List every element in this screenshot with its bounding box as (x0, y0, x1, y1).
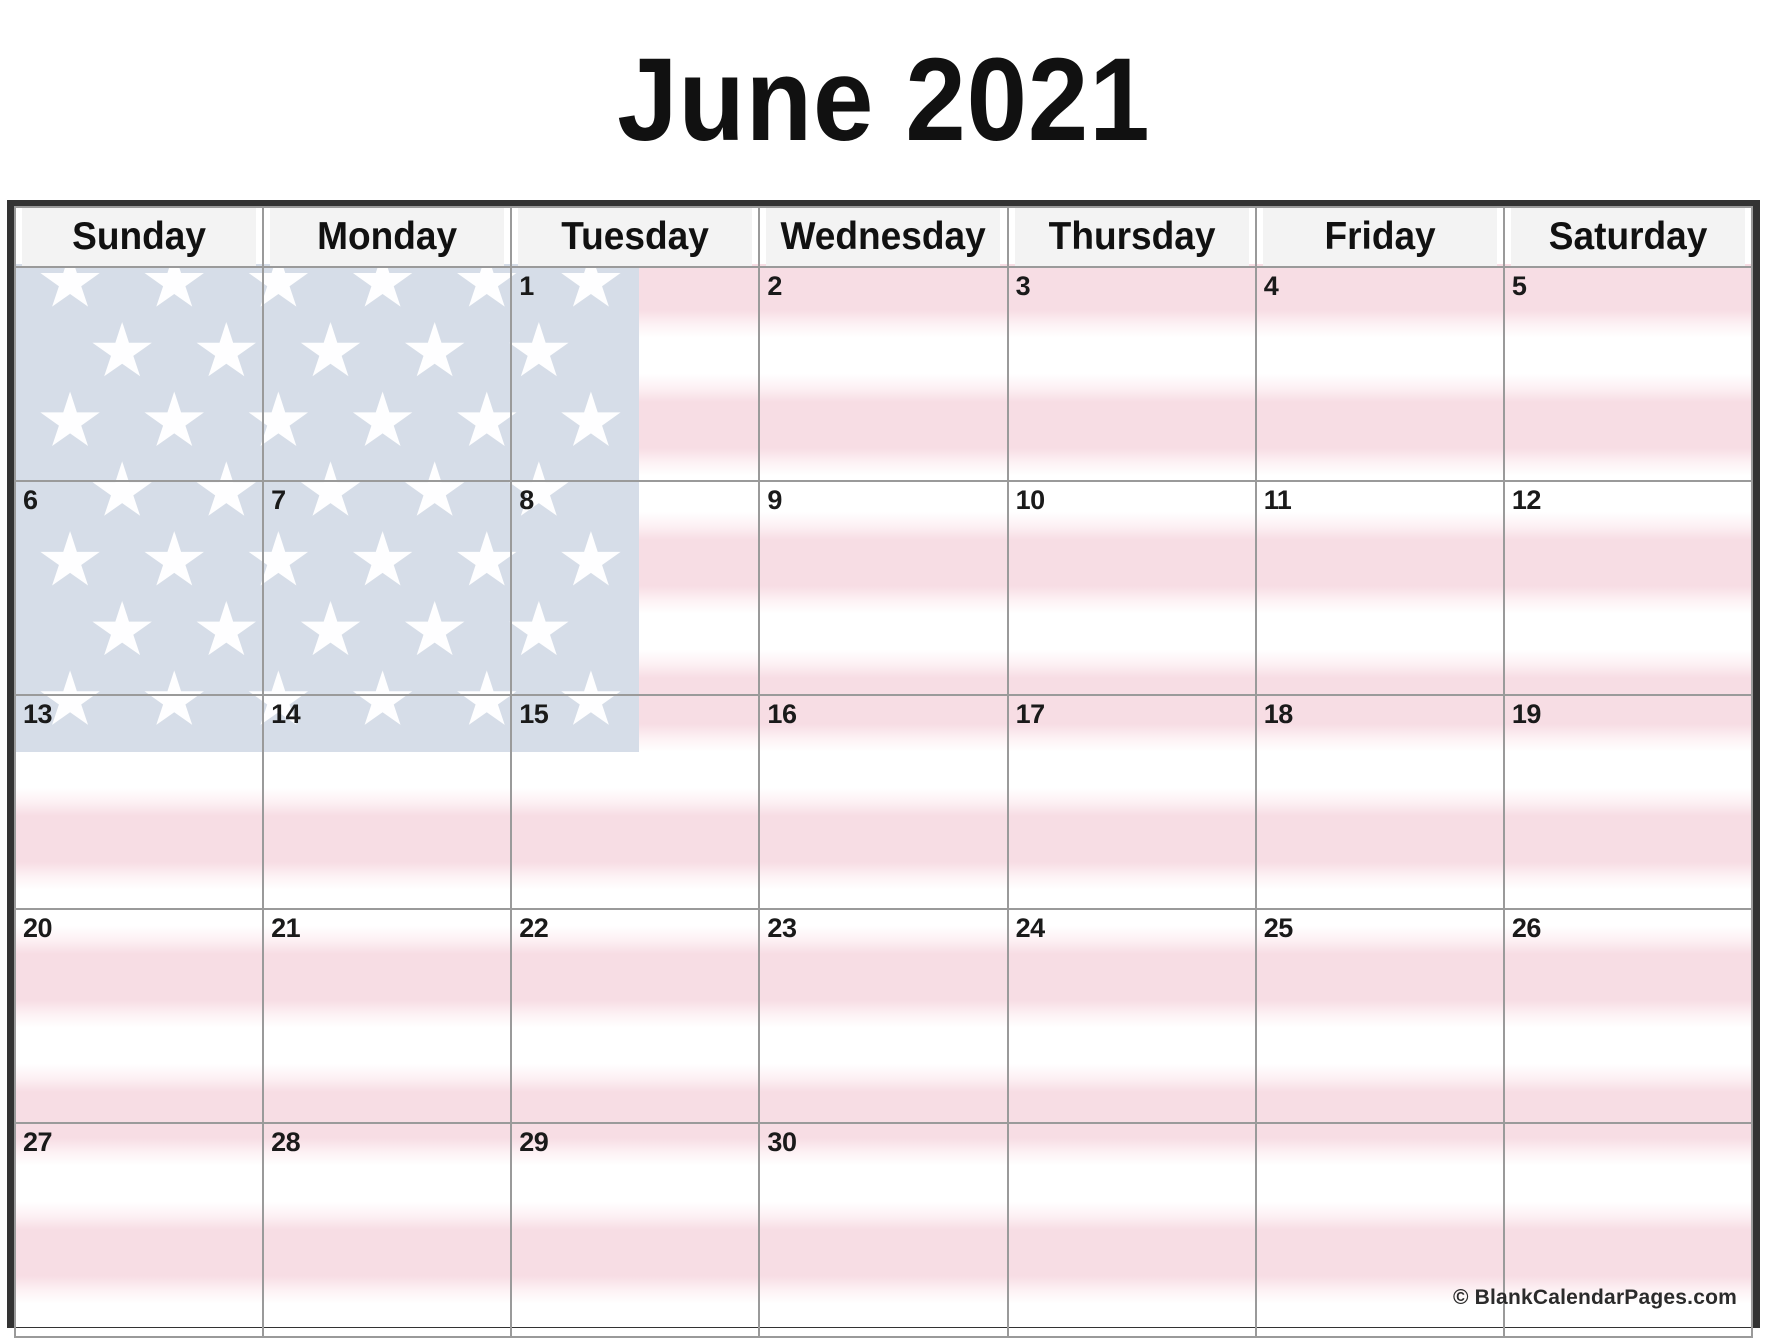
calendar-week-row: 1 2 3 4 5 (13, 266, 1754, 482)
day-number: 27 (23, 1127, 53, 1157)
calendar-day-cell[interactable]: 24 (1006, 908, 1257, 1124)
calendar-day-cell[interactable]: 17 (1006, 694, 1257, 910)
calendar-day-cell[interactable]: 14 (262, 694, 513, 910)
calendar-day-cell-empty[interactable] (262, 266, 513, 482)
weekday-header-monday: Monday (268, 206, 507, 268)
calendar-week-row: 6 7 8 9 10 11 12 (13, 480, 1754, 696)
day-number: 16 (767, 699, 797, 729)
calendar-day-cell[interactable]: 9 (758, 480, 1009, 696)
weekday-header-saturday: Saturday (1509, 206, 1747, 268)
calendar-day-cell[interactable]: 11 (1254, 480, 1505, 696)
calendar-day-cell-empty[interactable] (1006, 1122, 1257, 1338)
calendar-day-cell[interactable]: 25 (1254, 908, 1505, 1124)
day-number: 19 (1511, 699, 1542, 729)
calendar-page: June 2021 Sunday Monday Tuesday Wednesday Th… (0, 0, 1767, 1338)
day-number: 9 (767, 485, 782, 515)
calendar-day-cell[interactable]: 8 (510, 480, 761, 696)
weekday-header-tuesday: Tuesday (516, 206, 755, 268)
calendar-day-cell[interactable]: 28 (262, 1122, 513, 1338)
weekday-header-friday: Friday (1260, 206, 1499, 268)
calendar-day-cell[interactable]: 19 (1502, 694, 1754, 910)
calendar-day-cell[interactable]: 1 (510, 266, 761, 482)
day-number: 30 (767, 1127, 797, 1157)
calendar-day-cell[interactable]: 7 (262, 480, 513, 696)
calendar-day-cell[interactable]: 3 (1006, 266, 1257, 482)
day-number: 18 (1263, 699, 1294, 729)
day-number: 4 (1263, 271, 1279, 301)
calendar-day-cell[interactable]: 5 (1502, 266, 1754, 482)
day-number: 14 (271, 699, 301, 729)
calendar-day-cell[interactable]: 16 (758, 694, 1009, 910)
day-number: 1 (519, 271, 534, 301)
calendar-day-cell[interactable]: 22 (510, 908, 761, 1124)
calendar-day-cell[interactable]: 15 (510, 694, 761, 910)
day-number: 28 (271, 1127, 301, 1157)
calendar-day-cell[interactable]: 4 (1254, 266, 1505, 482)
day-number: 10 (1015, 485, 1046, 515)
page-title: June 2021 (616, 34, 1151, 166)
day-number: 29 (519, 1127, 549, 1157)
calendar-week-row: 13 14 15 16 17 18 19 (13, 694, 1754, 910)
calendar-day-cell[interactable]: 18 (1254, 694, 1505, 910)
calendar-day-cell-empty[interactable] (13, 266, 265, 482)
calendar-day-cell[interactable]: 13 (13, 694, 265, 910)
day-number: 13 (23, 699, 53, 729)
calendar-day-cell[interactable]: 10 (1006, 480, 1257, 696)
calendar-day-cell[interactable]: 30 (758, 1122, 1009, 1338)
calendar-day-cell[interactable]: 27 (13, 1122, 265, 1338)
calendar-grid: Sunday Monday Tuesday Wednesday Thursday Frid… (13, 206, 1754, 1338)
day-number: 15 (519, 699, 549, 729)
day-number: 22 (519, 913, 549, 943)
day-number: 5 (1511, 271, 1527, 301)
day-number: 12 (1511, 485, 1542, 515)
day-number: 2 (767, 271, 782, 301)
weekday-header-thursday: Thursday (1012, 206, 1251, 268)
day-number: 24 (1015, 913, 1046, 943)
day-number: 21 (271, 913, 301, 943)
weekday-header-row: Sunday Monday Tuesday Wednesday Thursday Frid… (15, 206, 1752, 268)
calendar-day-cell[interactable]: 2 (758, 266, 1009, 482)
calendar-day-cell[interactable]: 20 (13, 908, 265, 1124)
calendar-day-cell[interactable]: 12 (1502, 480, 1754, 696)
day-number: 26 (1511, 913, 1542, 943)
day-number: 3 (1015, 271, 1031, 301)
day-number: 8 (519, 485, 534, 515)
copyright-credit: © BlankCalendarPages.com (1452, 1286, 1737, 1309)
calendar-week-row: 20 21 22 23 24 25 26 (13, 908, 1754, 1124)
calendar-title-bar: June 2021 (0, 0, 1767, 200)
day-number: 23 (767, 913, 797, 943)
calendar-day-cell[interactable]: 6 (13, 480, 265, 696)
calendar-day-cell[interactable]: 29 (510, 1122, 761, 1338)
day-number: 7 (271, 485, 286, 515)
calendar-day-cell[interactable]: 21 (262, 908, 513, 1124)
weekday-header-wednesday: Wednesday (764, 206, 1003, 268)
day-number: 17 (1015, 699, 1046, 729)
day-number: 20 (23, 913, 53, 943)
day-number: 25 (1263, 913, 1294, 943)
day-number: 6 (23, 485, 38, 515)
weekday-header-sunday: Sunday (20, 206, 258, 268)
calendar-day-cell[interactable]: 23 (758, 908, 1009, 1124)
calendar-frame: Sunday Monday Tuesday Wednesday Thursday Frid… (7, 200, 1760, 1338)
day-number: 11 (1263, 485, 1292, 515)
calendar-day-cell[interactable]: 26 (1502, 908, 1754, 1124)
